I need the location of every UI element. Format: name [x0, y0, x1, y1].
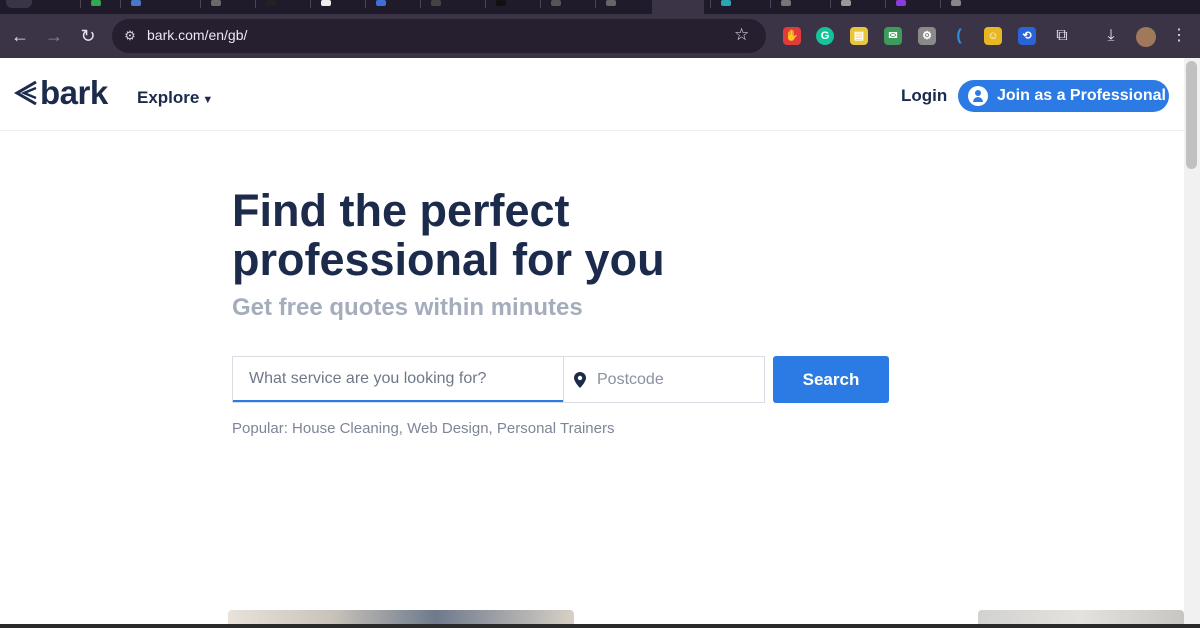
browser-tab[interactable] — [365, 0, 416, 8]
caret-down-icon: ▼ — [202, 94, 214, 106]
browser-tab[interactable] — [885, 0, 941, 8]
profile-avatar[interactable] — [1136, 27, 1156, 47]
forward-icon[interactable]: → — [41, 23, 67, 49]
popular-link-personal-trainers[interactable]: Personal Trainers — [497, 420, 615, 437]
hero-title-line-2: professional for you — [232, 234, 665, 285]
bark-logo-mark-icon — [14, 80, 37, 106]
os-taskbar — [0, 624, 1200, 628]
browser-tab[interactable] — [830, 0, 886, 8]
browser-tab[interactable] — [770, 0, 826, 8]
sticky-notes-icon[interactable]: ▤ — [850, 27, 868, 45]
browser-tab[interactable] — [710, 0, 766, 8]
address-bar[interactable]: ⚙ bark.com/en/gb/ ☆ — [112, 19, 766, 53]
extension-gray-icon[interactable]: ⚙ — [918, 27, 936, 45]
extensions-puzzle-icon[interactable]: ⧉ — [1051, 25, 1073, 47]
browser-tab[interactable] — [120, 0, 171, 8]
search-form — [232, 356, 765, 403]
bookmark-star-icon[interactable]: ☆ — [734, 25, 749, 45]
browser-tab-strip — [0, 0, 1200, 14]
adblock-icon[interactable]: ✋ — [783, 27, 801, 45]
popular-link-house-cleaning[interactable]: House Cleaning, — [292, 420, 403, 437]
join-as-professional-button[interactable]: Join as a Professional — [958, 80, 1169, 112]
browser-tab[interactable] — [80, 0, 119, 8]
browser-tab[interactable] — [420, 0, 481, 8]
browser-tab[interactable] — [310, 0, 361, 8]
postcode-input[interactable] — [593, 357, 763, 402]
hero-subtitle: Get free quotes within minutes — [232, 294, 583, 321]
extension-blue-icon[interactable]: ⟲ — [1018, 27, 1036, 45]
downloads-icon[interactable]: ⤓ — [1100, 25, 1122, 47]
scrollbar-thumb[interactable] — [1186, 61, 1197, 169]
reload-icon[interactable]: ↻ — [75, 23, 101, 49]
explore-menu[interactable]: Explore ▼ — [137, 88, 213, 108]
browser-tab[interactable] — [940, 0, 996, 8]
browser-tab[interactable] — [255, 0, 306, 8]
site-info-icon[interactable]: ⚙ — [120, 26, 140, 46]
page-scrollbar[interactable] — [1184, 58, 1200, 628]
login-link[interactable]: Login — [901, 86, 947, 106]
browser-tab[interactable] — [540, 0, 591, 8]
logo-wordmark: bark — [40, 74, 108, 111]
popular-searches: Popular: House Cleaning, Web Design, Per… — [232, 420, 614, 437]
join-button-label: Join as a Professional — [997, 87, 1166, 104]
location-pin-icon — [574, 372, 586, 388]
browser-toolbar: ← → ↻ ⚙ bark.com/en/gb/ ☆ ✋ G ▤ ✉ ⚙ ( ☺ … — [0, 14, 1200, 58]
web-page: bark Explore ▼ Login Join as a Profession… — [0, 58, 1184, 628]
bark-logo[interactable]: bark — [14, 74, 108, 111]
user-icon — [968, 86, 988, 106]
popular-link-web-design[interactable]: Web Design, — [407, 420, 493, 437]
active-browser-tab[interactable] — [652, 0, 704, 14]
browser-tab[interactable] — [595, 0, 651, 8]
menu-kebab-icon[interactable]: ⋮ — [1168, 25, 1190, 47]
search-button[interactable]: Search — [773, 356, 889, 403]
search-divider — [563, 357, 564, 402]
site-header: bark Explore ▼ Login Join as a Profession… — [0, 58, 1184, 131]
back-icon[interactable]: ← — [7, 23, 33, 49]
tab-search-button[interactable] — [6, 0, 32, 8]
hero-title-line-1: Find the perfect — [232, 185, 570, 236]
url-text[interactable]: bark.com/en/gb/ — [147, 27, 247, 43]
browser-tab[interactable] — [200, 0, 251, 8]
hero-title: Find the perfect professional for you — [232, 186, 792, 284]
mail-tracker-icon[interactable]: ✉ — [884, 27, 902, 45]
extension-blue-c-icon[interactable]: ( — [950, 27, 968, 45]
explore-label: Explore — [137, 88, 200, 107]
browser-tab[interactable] — [485, 0, 536, 8]
popular-prefix: Popular: — [232, 420, 288, 437]
service-search-input[interactable] — [233, 357, 563, 402]
extension-yellow-icon[interactable]: ☺ — [984, 27, 1002, 45]
grammarly-icon[interactable]: G — [816, 27, 834, 45]
